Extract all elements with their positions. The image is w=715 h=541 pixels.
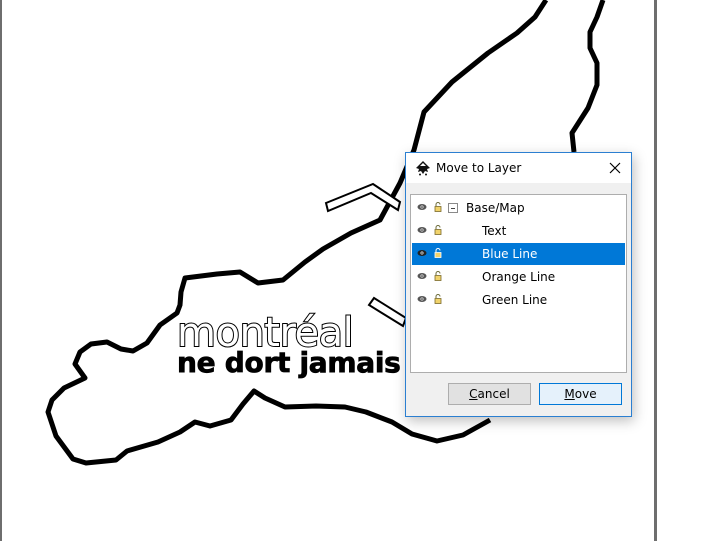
map-title-montreal: montréal [176, 310, 355, 356]
layer-label: Base/Map [466, 201, 525, 215]
move-label: ove [574, 387, 597, 401]
dialog-title: Move to Layer [436, 161, 522, 175]
unlocked-lock-icon[interactable] [434, 248, 442, 258]
layer-label: Blue Line [482, 247, 538, 261]
layer-tree[interactable]: Base/Map Text Blue Line Orange Line Gree… [410, 194, 627, 373]
layer-row-text[interactable]: Text [412, 220, 625, 242]
island-east-coast-path[interactable] [569, 0, 606, 153]
cancel-button[interactable]: Cancel [448, 383, 531, 405]
layer-row-green-line[interactable]: Green Line [412, 289, 625, 311]
layer-row-base-map[interactable]: Base/Map [412, 197, 625, 219]
move-mnemonic: M [564, 387, 575, 401]
cancel-label: ancel [477, 387, 510, 401]
move-to-layer-dialog: Move to Layer Base/Map Text Blue Line Or… [405, 152, 632, 417]
visibility-eye-icon[interactable] [417, 295, 427, 303]
visibility-eye-icon[interactable] [417, 272, 427, 280]
layer-label: Green Line [482, 293, 548, 307]
visibility-eye-icon[interactable] [417, 203, 427, 211]
layer-row-blue-line[interactable]: Blue Line [412, 243, 625, 265]
layer-label: Orange Line [482, 270, 556, 284]
dialog-titlebar[interactable]: Move to Layer [406, 153, 631, 183]
visibility-eye-icon[interactable] [417, 226, 427, 234]
layer-row-orange-line[interactable]: Orange Line [412, 266, 625, 288]
layer-label: Text [482, 224, 507, 238]
inkscape-icon [416, 161, 430, 176]
collapse-toggle[interactable] [448, 203, 458, 213]
map-label-text[interactable]: montréal ne dort jamais [176, 310, 402, 379]
close-button[interactable] [605, 158, 625, 178]
unlocked-lock-icon[interactable] [434, 225, 442, 235]
close-icon [609, 162, 621, 174]
move-button[interactable]: Move [539, 383, 622, 405]
unlocked-lock-icon[interactable] [434, 294, 442, 304]
visibility-eye-icon[interactable] [417, 249, 427, 257]
unlocked-lock-icon[interactable] [434, 202, 442, 212]
unlocked-lock-icon[interactable] [434, 271, 442, 281]
map-subtitle: ne dort jamais [177, 346, 402, 379]
cancel-mnemonic: C [469, 387, 478, 401]
